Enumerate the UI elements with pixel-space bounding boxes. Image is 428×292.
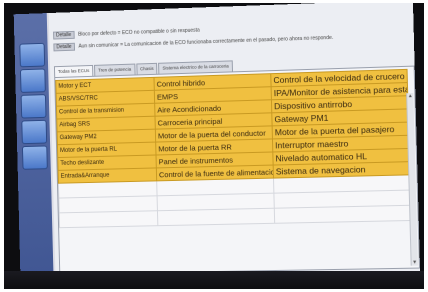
sidebar-button-2[interactable] (19, 68, 46, 93)
desk-foreground (4, 271, 424, 289)
vertical-scrollbar[interactable]: ▲ ▼ (406, 93, 418, 266)
sidebar-button-5[interactable] (21, 145, 48, 170)
photo-frame: Detalle Bloco por defecto = ECO no compa… (4, 3, 424, 289)
monitor-screen: Detalle Bloco por defecto = ECO no compa… (13, 3, 421, 289)
empty-cell (59, 210, 158, 228)
status-tag: Detalle (53, 30, 75, 40)
sidebar (13, 13, 54, 289)
main-area: Detalle Bloco por defecto = ECO no compa… (48, 3, 421, 289)
empty-cell (274, 205, 412, 224)
tab-chassis[interactable]: Chasis (135, 62, 158, 75)
sidebar-button-1[interactable] (19, 42, 46, 68)
ecu-panel: Motor y ECT Control hibrido Control de l… (54, 65, 421, 275)
scroll-down-arrow-icon[interactable]: ▼ (412, 259, 418, 265)
status-tag: Detalle (53, 42, 75, 52)
ecu-table: Motor y ECT Control hibrido Control de l… (55, 69, 412, 228)
sidebar-button-4[interactable] (21, 119, 48, 145)
empty-cell (157, 208, 275, 226)
status-text: Bloco por defecto = ECO no compatible o … (78, 27, 200, 38)
sidebar-button-3[interactable] (20, 94, 47, 119)
scroll-up-arrow-icon[interactable]: ▲ (407, 93, 413, 99)
